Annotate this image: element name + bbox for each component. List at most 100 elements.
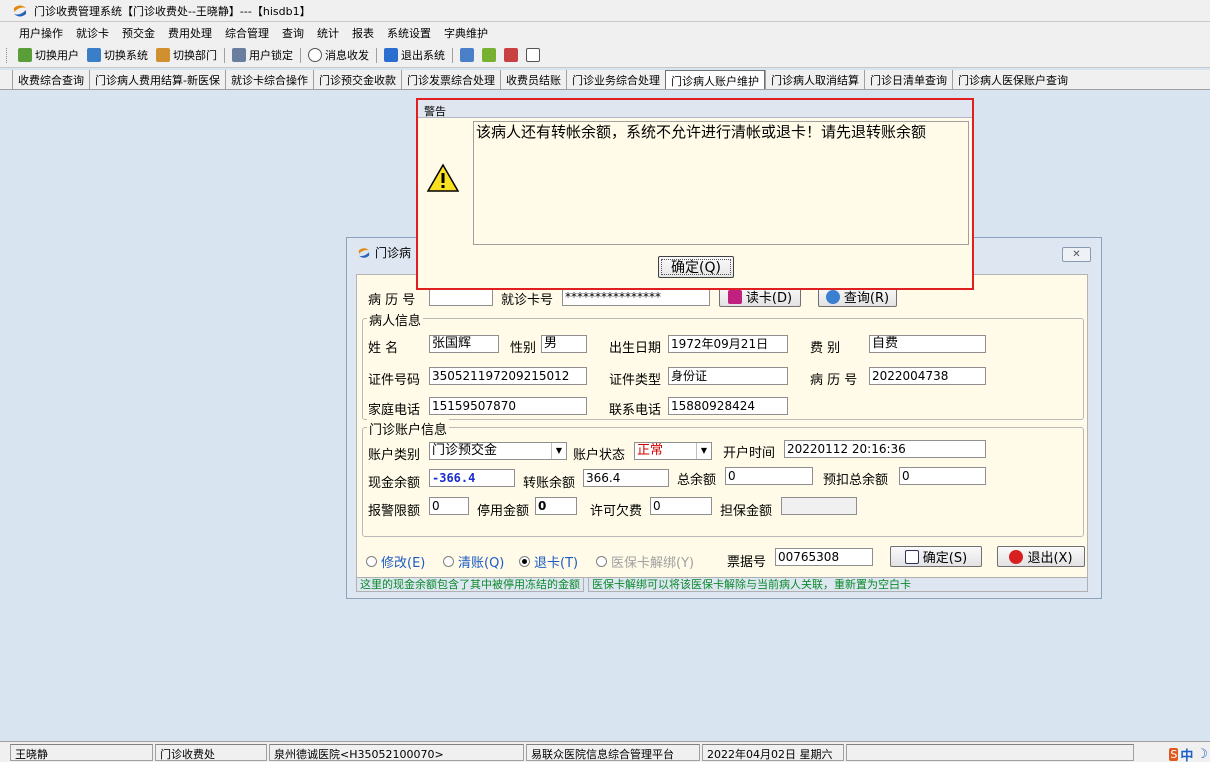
- toolbar-grip[interactable]: [6, 47, 9, 63]
- warning-dialog: 警告 该病人还有转帐余额，系统不允许进行清帐或退卡！请先退转账余额 确定(Q): [416, 98, 974, 290]
- hint-unbind: 医保卡解绑可以将该医保卡解除与当前病人关联，重新置为空白卡: [588, 577, 1088, 592]
- app-logo-icon: [358, 247, 370, 258]
- chevron-down-icon[interactable]: ▼: [551, 443, 566, 459]
- radio-refund-label: 退卡(T): [534, 556, 579, 571]
- receipt-field[interactable]: 00765308: [775, 548, 873, 566]
- users-icon: [18, 48, 32, 62]
- menu-query[interactable]: 查询: [277, 25, 312, 41]
- tab-deposit-collection[interactable]: 门诊预交金收款: [312, 70, 401, 89]
- transfer-balance-field[interactable]: 366.4: [583, 469, 669, 487]
- window-icon[interactable]: [526, 48, 540, 62]
- fee-type-field[interactable]: 自费: [869, 335, 986, 353]
- plant-icon[interactable]: [482, 48, 496, 62]
- id-type-field[interactable]: 身份证: [668, 367, 788, 385]
- record-no2-field[interactable]: 2022004738: [869, 367, 986, 385]
- menu-fee[interactable]: 费用处理: [163, 25, 220, 41]
- menu-deposit[interactable]: 预交金: [117, 25, 163, 41]
- tool-icon[interactable]: [504, 48, 518, 62]
- account-dialog-title-text: 门诊病: [375, 246, 412, 260]
- tab-account-maintenance[interactable]: 门诊病人账户维护: [664, 70, 765, 89]
- radio-unbind[interactable]: 医保卡解绑(Y): [596, 552, 694, 571]
- radio-clear[interactable]: 清账(Q): [443, 552, 504, 571]
- switch-user-label: 切换用户: [35, 49, 79, 62]
- tab-cashier-settlement[interactable]: 收费员结账: [499, 70, 566, 89]
- acct-type-select[interactable]: 门诊预交金 ▼: [429, 442, 567, 460]
- fee-type-label: 费 别: [810, 341, 841, 356]
- open-time-field[interactable]: 20220112 20:16:36: [784, 440, 986, 458]
- app-logo-icon: [14, 5, 26, 16]
- toolbar: 切换用户 切换系统 切换部门 用户锁定 消息收发 退出系统: [0, 43, 1210, 68]
- exit-button[interactable]: 退出(X): [997, 546, 1085, 567]
- ime-chinese-mode: 中: [1180, 748, 1194, 762]
- contact-phone-field[interactable]: 15880928424: [668, 397, 788, 415]
- gender-field[interactable]: 男: [541, 335, 587, 353]
- tab-insurance-account-query[interactable]: 门诊病人医保账户查询: [951, 70, 1073, 89]
- guarantee-field[interactable]: [781, 497, 857, 515]
- switch-system-button[interactable]: 切换系统: [83, 47, 152, 63]
- birth-field[interactable]: 1972年09月21日: [668, 335, 788, 353]
- menu-report[interactable]: 报表: [347, 25, 382, 41]
- radio-dot-selected: [519, 556, 530, 567]
- ime-indicator[interactable]: S 中 ☽: [1169, 746, 1208, 762]
- id-type-label: 证件类型: [609, 373, 662, 388]
- menu-settings[interactable]: 系统设置: [382, 25, 439, 41]
- status-empty: [846, 743, 1134, 761]
- switch-dept-button[interactable]: 切换部门: [152, 47, 221, 63]
- refresh-icon: [825, 289, 840, 304]
- id-no-field[interactable]: 350521197209215012: [429, 367, 587, 385]
- stop-amount-field[interactable]: 0: [535, 497, 577, 515]
- lock-user-button[interactable]: 用户锁定: [228, 47, 297, 63]
- name-label: 姓 名: [368, 341, 399, 356]
- status-bar: 王晓静 门诊收费处 泉州德诚医院<H35052100070> 易联众医院信息综合…: [0, 741, 1210, 762]
- total-balance-label: 总余额: [677, 473, 717, 488]
- prededuct-field[interactable]: 0: [899, 467, 986, 485]
- guarantee-label: 担保金额: [720, 504, 773, 519]
- status-user: 王晓静: [10, 743, 153, 761]
- warning-title: 警告: [418, 100, 972, 118]
- warning-ok-button[interactable]: 确定(Q): [658, 256, 734, 278]
- confirm-label: 确定(S): [922, 551, 968, 566]
- acct-type-value: 门诊预交金: [432, 443, 498, 458]
- tab-invoice-processing[interactable]: 门诊发票综合处理: [400, 70, 500, 89]
- record-no-field[interactable]: [429, 288, 493, 306]
- message-icon: [308, 48, 322, 62]
- tab-fee-query[interactable]: 收费综合查询: [12, 70, 89, 89]
- card-no-label: 就诊卡号: [501, 293, 554, 308]
- radio-modify[interactable]: 修改(E): [366, 552, 425, 571]
- tab-card-operations[interactable]: 就诊卡综合操作: [224, 70, 313, 89]
- department-icon: [156, 48, 170, 62]
- acct-status-value: 正常: [637, 443, 664, 458]
- card-no-field[interactable]: ****************: [562, 288, 710, 306]
- messages-button[interactable]: 消息收发: [304, 47, 373, 63]
- confirm-button[interactable]: 确定(S): [890, 546, 982, 567]
- radio-dot: [366, 556, 377, 567]
- radio-refund[interactable]: 退卡(T): [519, 552, 578, 571]
- menu-card[interactable]: 就诊卡: [71, 25, 117, 41]
- alarm-limit-label: 报警限额: [368, 504, 421, 519]
- status-hospital: 泉州德诚医院<H35052100070>: [269, 743, 524, 761]
- menu-stats[interactable]: 统计: [312, 25, 347, 41]
- menu-dictionary[interactable]: 字典维护: [439, 25, 496, 41]
- edit-icon[interactable]: [460, 48, 474, 62]
- tab-settlement-new-insurance[interactable]: 门诊病人费用结算-新医保: [89, 70, 225, 89]
- cash-balance-field[interactable]: -366.4: [429, 469, 515, 487]
- name-field[interactable]: 张国辉: [429, 335, 499, 353]
- chevron-down-icon[interactable]: ▼: [696, 443, 711, 459]
- total-balance-field[interactable]: 0: [725, 467, 813, 485]
- acct-status-select[interactable]: 正常 ▼: [634, 442, 712, 460]
- menu-general[interactable]: 综合管理: [220, 25, 277, 41]
- alarm-limit-field[interactable]: 0: [429, 497, 469, 515]
- patient-info-title: 病人信息: [367, 310, 424, 329]
- hint-bar: 这里的现金余额包含了其中被停用冻结的金额 医保卡解绑可以将该医保卡解除与当前病人…: [356, 577, 1088, 592]
- tab-business-processing[interactable]: 门诊业务综合处理: [565, 70, 665, 89]
- toolbar-separator: [300, 47, 301, 63]
- prededuct-label: 预扣总余额: [823, 473, 889, 488]
- switch-user-button[interactable]: 切换用户: [14, 47, 83, 63]
- tab-cancel-settlement[interactable]: 门诊病人取消结算: [764, 70, 864, 89]
- close-button[interactable]: ✕: [1062, 247, 1091, 262]
- overdraft-field[interactable]: 0: [650, 497, 712, 515]
- exit-system-button[interactable]: 退出系统: [380, 47, 449, 63]
- home-phone-field[interactable]: 15159507870: [429, 397, 587, 415]
- menu-user-ops[interactable]: 用户操作: [14, 25, 71, 41]
- tab-daily-list[interactable]: 门诊日清单查询: [863, 70, 952, 89]
